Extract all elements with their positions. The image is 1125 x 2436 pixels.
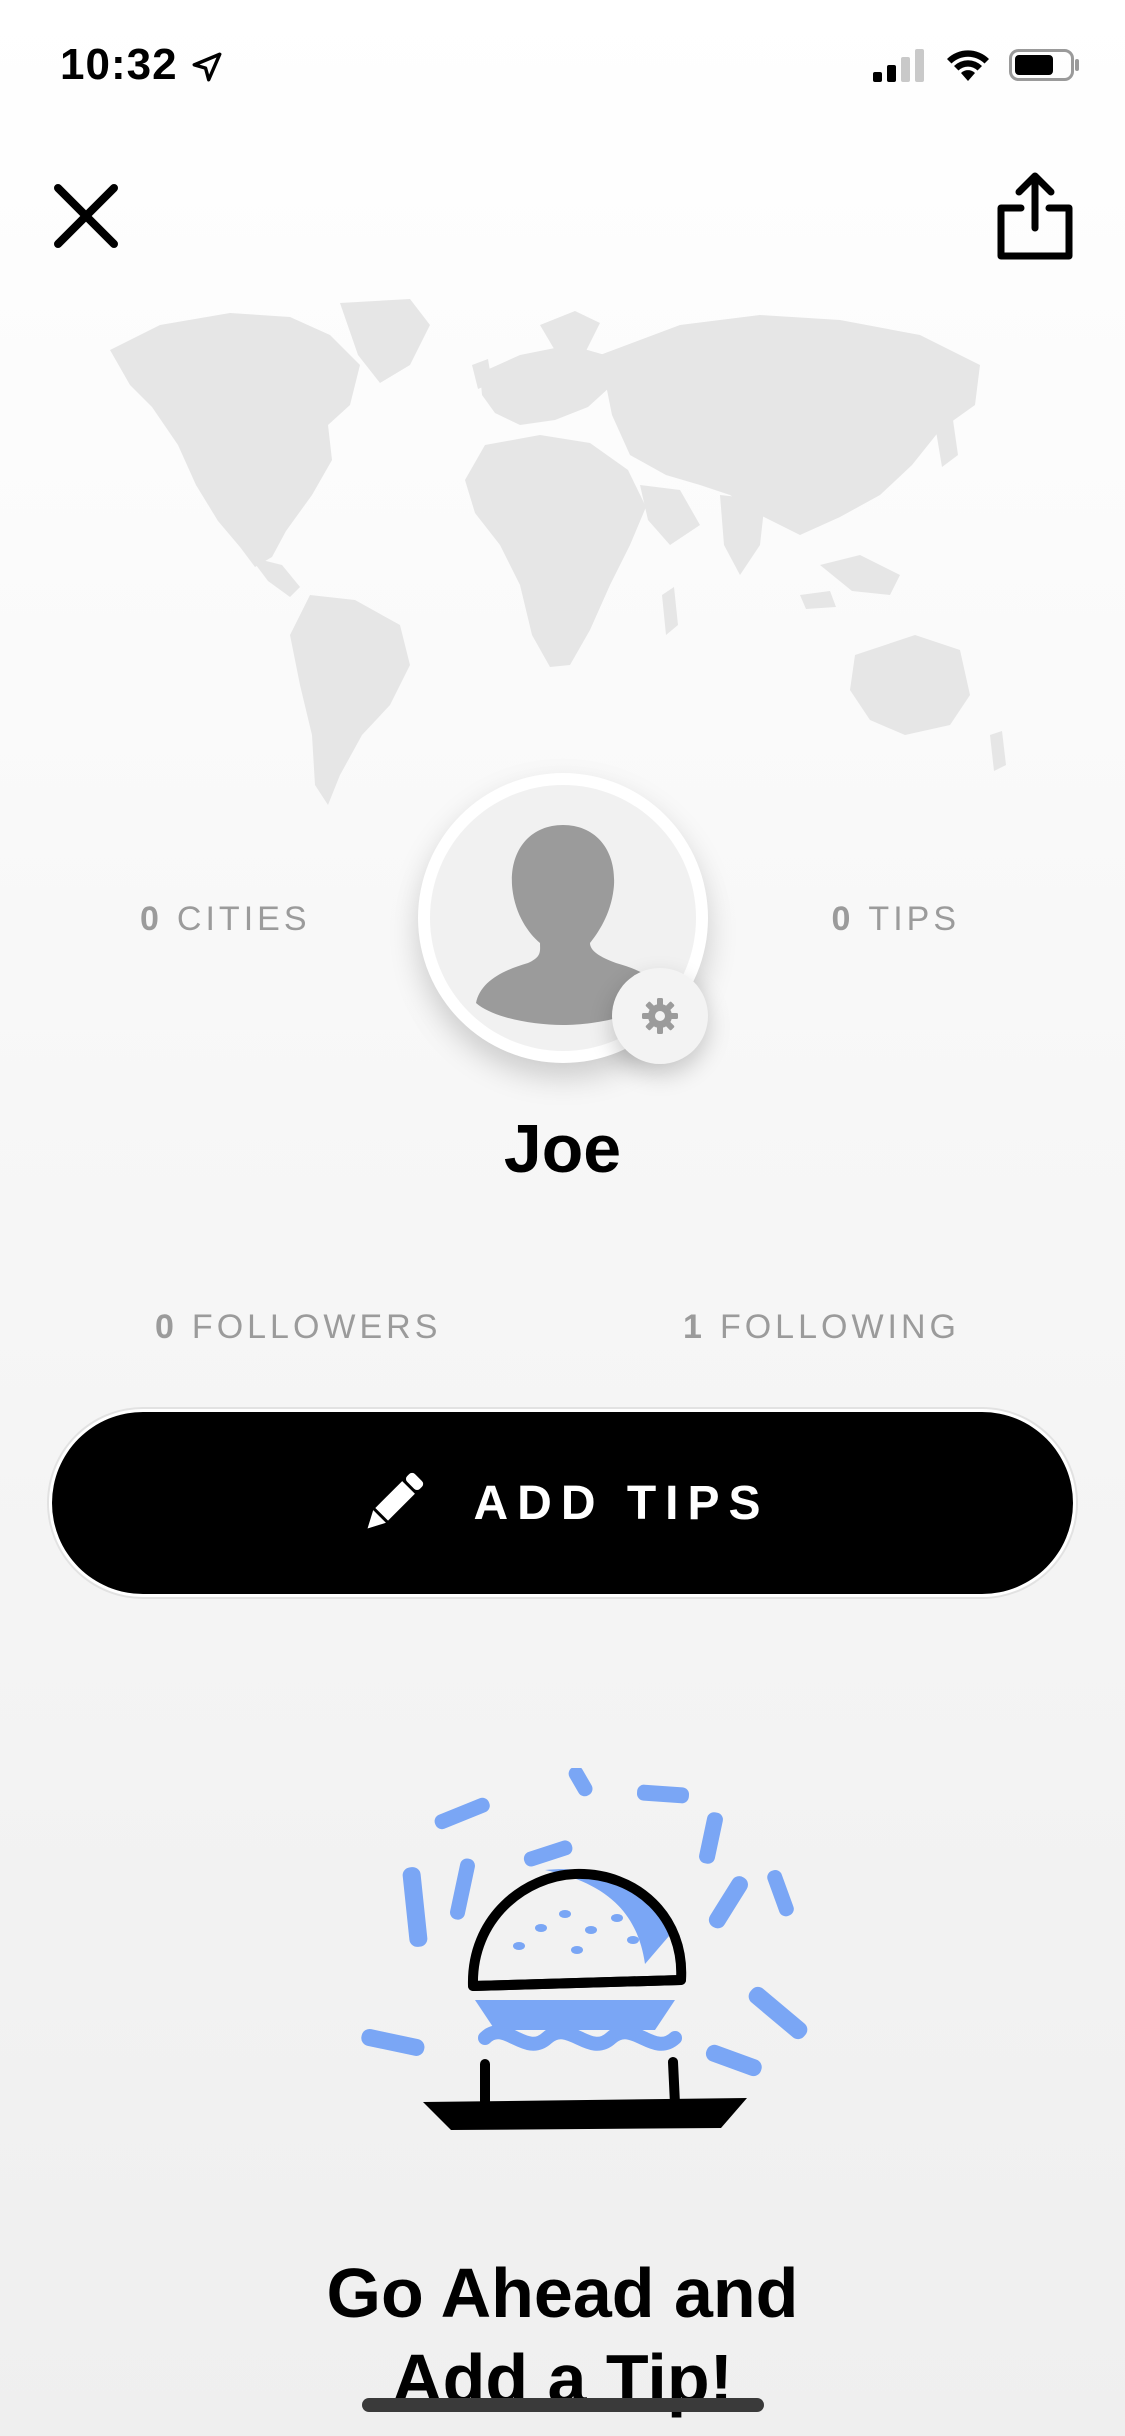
followers-stat[interactable]: 0 FOLLOWERS xyxy=(155,1308,441,1347)
cities-label: CITIES xyxy=(176,900,311,938)
tips-stat[interactable]: 0 TIPS xyxy=(832,900,961,939)
share-button[interactable] xyxy=(995,170,1075,262)
add-tips-label: ADD TIPS xyxy=(473,1476,770,1530)
cities-stat[interactable]: 0 CITIES xyxy=(140,900,311,939)
add-tips-button[interactable]: ADD TIPS xyxy=(52,1412,1073,1594)
home-indicator[interactable] xyxy=(362,2398,764,2412)
status-time: 10:32 xyxy=(60,40,178,89)
followers-count: 0 xyxy=(155,1308,178,1346)
location-arrow-icon xyxy=(192,52,222,82)
status-icons xyxy=(873,48,1081,82)
cities-count: 0 xyxy=(140,900,163,938)
battery-icon xyxy=(1009,49,1079,81)
status-bar: 10:32 xyxy=(0,0,1125,132)
close-button[interactable] xyxy=(50,180,122,252)
cellular-signal-icon xyxy=(873,49,924,82)
following-label: FOLLOWING xyxy=(719,1308,960,1346)
following-count: 1 xyxy=(683,1308,706,1346)
close-icon xyxy=(54,184,118,248)
empty-state-title-line1: Go Ahead and xyxy=(326,2254,799,2332)
burger-illustration xyxy=(361,1768,808,2130)
profile-name: Joe xyxy=(503,1111,622,1187)
following-stat[interactable]: 1 FOLLOWING xyxy=(683,1308,960,1347)
gear-icon xyxy=(642,998,678,1034)
share-icon xyxy=(997,172,1073,260)
empty-state-title: Go Ahead and Add a Tip! xyxy=(0,2250,1125,2422)
world-map xyxy=(110,299,1006,805)
wifi-icon xyxy=(947,50,989,81)
followers-label: FOLLOWERS xyxy=(191,1308,442,1346)
tips-count: 0 xyxy=(831,900,855,938)
settings-button[interactable] xyxy=(612,968,708,1064)
tips-label: TIPS xyxy=(868,900,960,938)
pencil-icon xyxy=(368,1472,424,1529)
